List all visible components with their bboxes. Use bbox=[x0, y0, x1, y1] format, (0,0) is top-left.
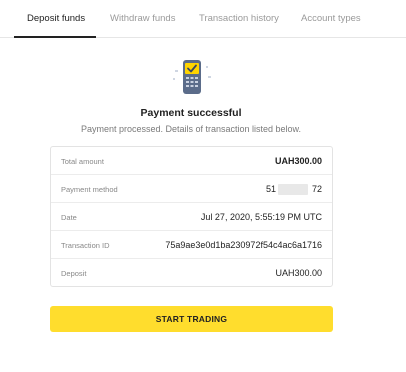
payment-method-label: Payment method bbox=[61, 185, 118, 194]
total-amount-label: Total amount bbox=[61, 157, 104, 166]
card-terminal-check-icon bbox=[170, 56, 214, 96]
card-number-prefix: 51 bbox=[265, 184, 276, 194]
transaction-id-label: Transaction ID bbox=[61, 241, 110, 250]
date-value: Jul 27, 2020, 5:55:19 PM UTC bbox=[200, 212, 322, 222]
deposit-value: UAH300.00 bbox=[275, 268, 322, 278]
total-amount-value: UAH300.00 bbox=[274, 156, 322, 166]
row-transaction-id: Transaction ID 75a9ae3e0d1ba230972f54c4a… bbox=[51, 231, 332, 259]
active-tab-indicator bbox=[14, 36, 96, 38]
row-payment-method: Payment method 51 72 bbox=[51, 175, 332, 203]
status-title: Payment successful bbox=[140, 107, 242, 119]
tab-bar: Deposit funds Withdraw funds Transaction… bbox=[0, 0, 406, 38]
card-number-mask bbox=[278, 184, 308, 195]
status-subtitle: Payment processed. Details of transactio… bbox=[80, 124, 302, 134]
tab-account-types[interactable]: Account types bbox=[301, 13, 361, 24]
row-date: Date Jul 27, 2020, 5:55:19 PM UTC bbox=[51, 203, 332, 231]
row-deposit: Deposit UAH300.00 bbox=[51, 259, 332, 287]
start-trading-button[interactable]: START TRADING bbox=[50, 306, 333, 332]
transaction-details-card: Total amount UAH300.00 Payment method 51… bbox=[50, 146, 333, 287]
deposit-label: Deposit bbox=[61, 269, 87, 278]
tab-transaction-history[interactable]: Transaction history bbox=[199, 13, 279, 24]
tab-withdraw-funds[interactable]: Withdraw funds bbox=[110, 13, 175, 24]
card-number-suffix: 72 bbox=[311, 184, 322, 194]
tab-deposit-funds[interactable]: Deposit funds bbox=[27, 13, 85, 24]
transaction-id-value: 75a9ae3e0d1ba230972f54c4ac6a1716 bbox=[165, 240, 322, 250]
row-total-amount: Total amount UAH300.00 bbox=[51, 147, 332, 175]
date-label: Date bbox=[61, 213, 77, 222]
